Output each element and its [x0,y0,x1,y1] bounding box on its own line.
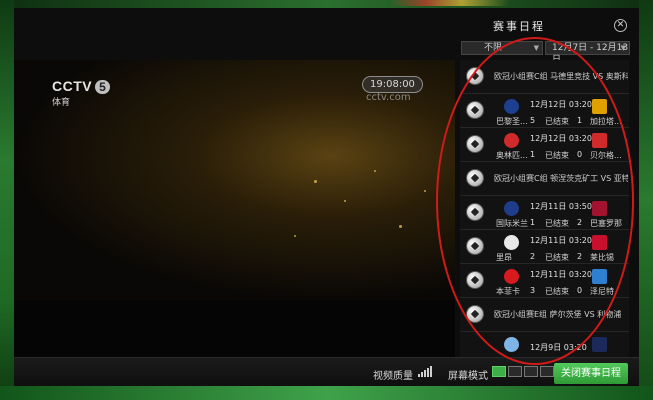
match-row[interactable]: 12月11日 03:50 国际米兰 1 已结束 2 巴塞罗那 [460,196,629,230]
home-score: 5 [530,116,536,125]
video-clock: 19:08:00 [362,76,423,93]
away-team-crest-icon [592,201,607,216]
match-time: 12月11日 03:20 [530,270,592,279]
date-range-select[interactable]: 12月7日 - 12月13日 ▼ [545,41,630,65]
match-status: 已结束 [545,117,569,126]
home-team-crest-icon [504,235,519,250]
frame-top [0,0,653,8]
away-team-name: 泽尼特 [590,287,614,296]
football-icon [466,135,484,153]
away-score: 2 [577,252,583,261]
match-time: 12月12日 03:20 [530,100,592,109]
away-score: 2 [577,218,583,227]
match-row[interactable]: 12月9日 03:20 [460,332,629,360]
match-group-title: 欧冠小组赛E组 萨尔茨堡 VS 利物浦 [494,310,622,319]
match-list[interactable]: 欧冠小组赛C组 马德里竞技 VS 奥斯科 12月12日 03:20 巴黎圣... 5 已… [460,60,629,360]
home-team-name: 里昂 [496,253,512,262]
screen-mode-wide-button[interactable] [508,366,522,377]
away-team-name: 巴塞罗那 [590,219,622,228]
football-icon [466,237,484,255]
video-player[interactable]: CCTV 5 体育 19:08:00 cctv.com [14,60,455,300]
match-row[interactable]: 12月11日 03:20 里昂 2 已结束 2 莱比锡 [460,230,629,264]
football-icon [466,305,484,323]
home-score: 1 [530,218,536,227]
home-score: 3 [530,286,536,295]
sparkle [374,170,376,172]
match-time: 12月11日 03:20 [530,236,592,245]
channel-number: 5 [95,80,111,94]
match-status: 已结束 [545,219,569,228]
filter-select[interactable]: 不限 ▼ [461,41,543,55]
football-icon [466,169,484,187]
home-team-crest-icon [504,269,519,284]
video-watermark: cctv.com [366,92,411,103]
away-score: 0 [577,286,583,295]
screen-mode-normal-button[interactable] [492,366,506,377]
frame-bottom [0,386,653,400]
home-team-crest-icon [504,337,519,352]
channel-logo: CCTV 5 [52,78,111,94]
schedule-panel-title: 赛事日程 [493,20,545,33]
frame-top-accent [390,0,510,6]
signal-strength-icon[interactable] [418,366,432,377]
away-team-crest-icon [592,269,607,284]
screen-mode-full-button[interactable] [524,366,538,377]
football-icon [466,271,484,289]
home-team-crest-icon [504,201,519,216]
frame-left [0,0,14,400]
away-team-name: 贝尔格... [590,151,622,160]
match-row[interactable]: 12月11日 03:20 本菲卡 3 已结束 0 泽尼特 [460,264,629,298]
sparkle [344,200,346,202]
home-team-name: 巴黎圣... [496,117,528,126]
close-schedule-button[interactable]: 关闭赛事日程 [554,363,628,384]
home-team-name: 本菲卡 [496,287,520,296]
video-quality-label: 视频质量 [373,371,413,382]
football-icon [466,203,484,221]
football-icon [466,67,484,85]
match-status: 已结束 [545,151,569,160]
filter-select-value: 不限 [484,43,503,53]
channel-logo-text: CCTV [52,78,93,94]
match-group-title-row[interactable]: 欧冠小组赛C组 顿涅茨克矿工 VS 亚特 [460,162,629,196]
away-score: 1 [577,116,583,125]
sparkle [399,225,402,228]
match-group-title-row[interactable]: 欧冠小组赛C组 马德里竞技 VS 奥斯科 [460,60,629,94]
match-row[interactable]: 12月12日 03:20 巴黎圣... 5 已结束 1 加拉塔... [460,94,629,128]
away-team-crest-icon [592,133,607,148]
away-team-crest-icon [592,99,607,114]
match-group-title-row[interactable]: 欧冠小组赛E组 萨尔茨堡 VS 利物浦 [460,298,629,332]
away-score: 0 [577,150,583,159]
away-team-crest-icon [592,337,607,352]
chevron-down-icon: ▼ [620,44,626,52]
home-team-crest-icon [504,133,519,148]
sparkle [314,180,317,183]
video-lower-black [14,300,455,358]
screen-mode-fit-button[interactable] [540,366,554,377]
home-team-crest-icon [504,99,519,114]
match-row[interactable]: 12月12日 03:20 奥林匹... 1 已结束 0 贝尔格... [460,128,629,162]
match-time: 12月12日 03:20 [530,134,592,143]
home-team-name: 奥林匹... [496,151,528,160]
channel-subtitle: 体育 [52,98,71,108]
away-team-name: 莱比锡 [590,253,614,262]
match-status: 已结束 [545,287,569,296]
home-team-name: 国际米兰 [496,219,528,228]
frame-right [639,0,653,400]
sparkle [294,235,296,237]
home-score: 2 [530,252,536,261]
sparkle [424,190,426,192]
close-icon[interactable]: ✕ [614,19,627,32]
match-group-title: 欧冠小组赛C组 顿涅茨克矿工 VS 亚特 [494,174,628,183]
away-team-name: 加拉塔... [590,117,622,126]
match-time: 12月9日 03:20 [530,343,587,352]
chevron-down-icon: ▼ [533,44,539,52]
match-group-title: 欧冠小组赛C组 马德里竞技 VS 奥斯科 [494,72,628,81]
match-status: 已结束 [545,253,569,262]
screen-mode-label: 屏幕模式 [448,371,488,382]
home-score: 1 [530,150,536,159]
match-time: 12月11日 03:50 [530,202,592,211]
away-team-crest-icon [592,235,607,250]
football-icon [466,101,484,119]
